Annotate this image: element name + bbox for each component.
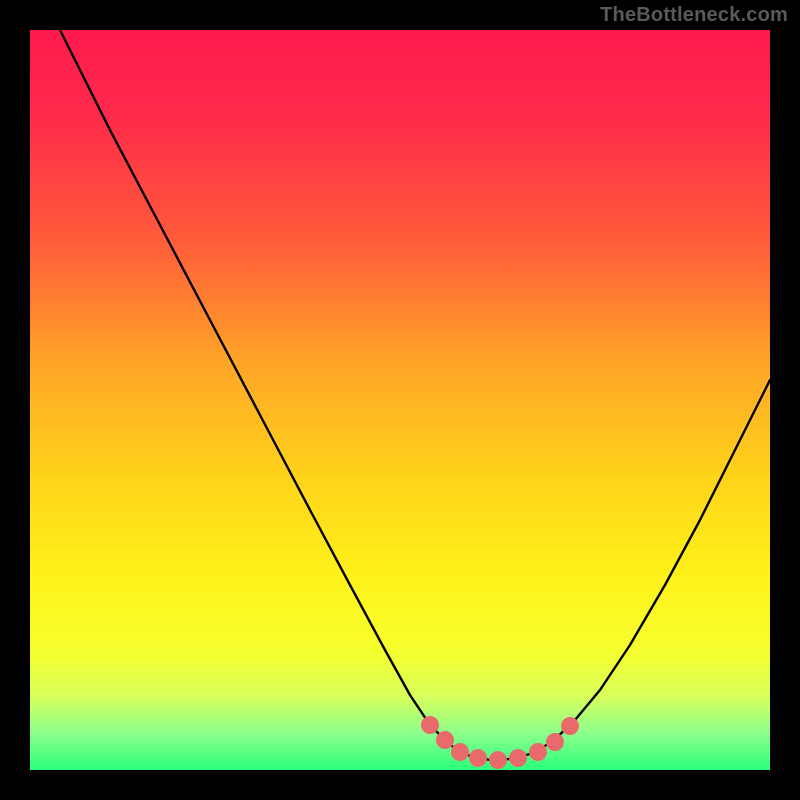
marker-dot xyxy=(561,717,579,735)
watermark-text: TheBottleneck.com xyxy=(600,4,788,27)
marker-dot xyxy=(509,749,527,767)
plot-svg xyxy=(0,0,800,800)
marker-dot xyxy=(469,749,487,767)
marker-dot xyxy=(489,751,507,769)
marker-dot xyxy=(436,731,454,749)
marker-dot xyxy=(546,733,564,751)
gradient-field xyxy=(30,30,770,770)
chart-stage: TheBottleneck.com xyxy=(0,0,800,800)
marker-dot xyxy=(529,743,547,761)
marker-dot xyxy=(451,743,469,761)
marker-dot xyxy=(421,716,439,734)
